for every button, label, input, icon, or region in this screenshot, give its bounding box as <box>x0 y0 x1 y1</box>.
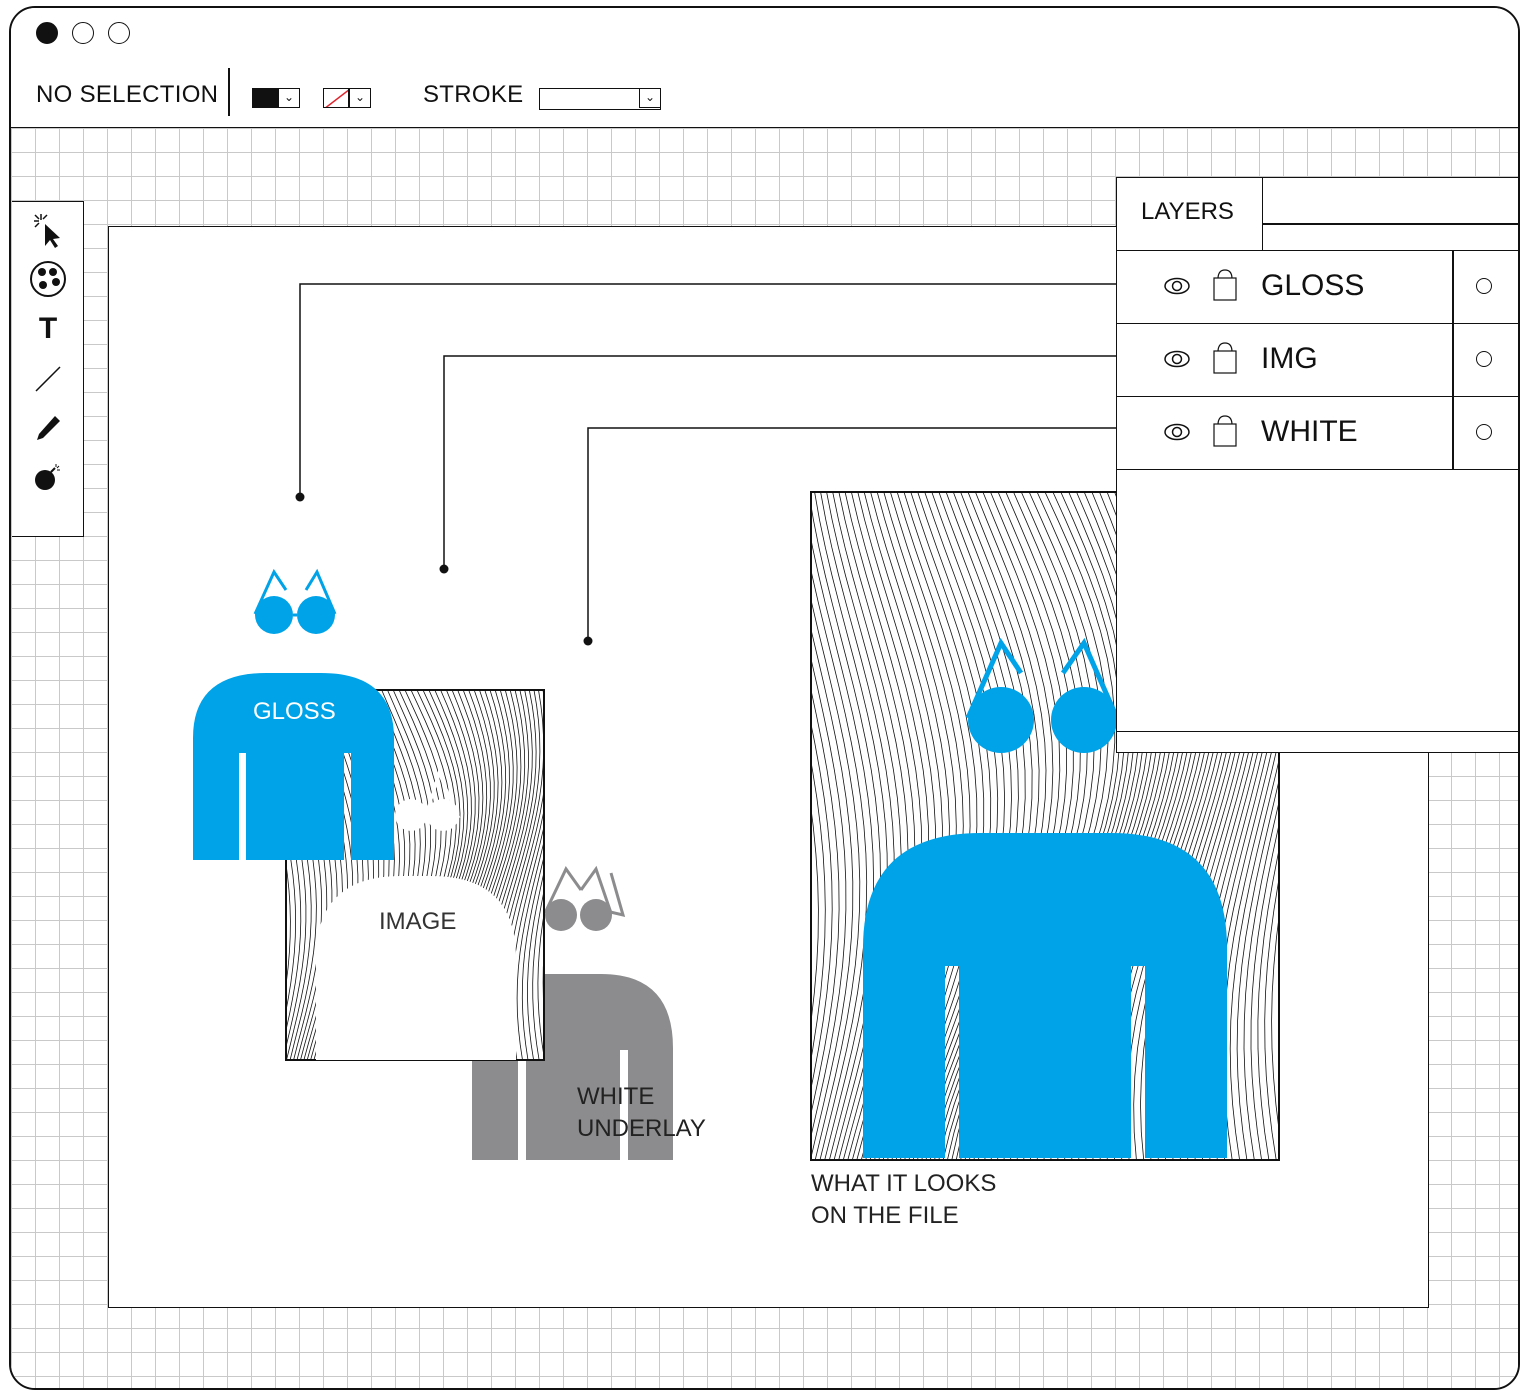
toolbar-divider <box>228 68 230 116</box>
visibility-eye-icon[interactable] <box>1163 423 1191 441</box>
image-caption: IMAGE <box>379 908 457 935</box>
panel-tab-strip <box>1262 223 1518 225</box>
white-underlay-caption-line2: UNDERLAY <box>577 1115 706 1142</box>
control-toolbar: NO SELECTION ⌄ ⌄ STROKE ⌄ <box>11 55 1518 128</box>
bomb-icon <box>35 464 60 490</box>
white-underlay-caption: WHITE UNDERLAY <box>577 1081 706 1145</box>
result-caption: WHAT IT LOOKS ON THE FILE <box>811 1168 996 1232</box>
minimize-window-button[interactable] <box>72 22 94 44</box>
column-divider <box>1452 324 1454 396</box>
layers-list: GLOSS IMG WHITE <box>1117 250 1518 470</box>
pen-tool[interactable] <box>28 408 68 448</box>
white-underlay-caption-line1: WHITE <box>577 1083 655 1110</box>
stroke-weight-select[interactable]: ⌄ <box>539 88 661 110</box>
lock-icon[interactable] <box>1212 413 1238 449</box>
layer-target-radio[interactable] <box>1476 351 1492 367</box>
result-caption-line1: WHAT IT LOOKS <box>811 1170 997 1197</box>
app-window: NO SELECTION ⌄ ⌄ STROKE ⌄ GLOSS IMAGE WH… <box>9 6 1520 1390</box>
gloss-caption: GLOSS <box>253 698 336 725</box>
chevron-down-icon: ⌄ <box>354 90 366 104</box>
swatches-tool[interactable] <box>28 259 68 299</box>
layers-tab-label: LAYERS <box>1141 198 1234 225</box>
title-bar <box>11 8 1518 56</box>
stroke-color-swatch[interactable] <box>323 88 349 108</box>
panel-footer-line <box>1117 730 1518 732</box>
visibility-eye-icon[interactable] <box>1163 277 1191 295</box>
chevron-down-icon: ⌄ <box>283 90 295 104</box>
stroke-color-dropdown[interactable]: ⌄ <box>349 88 371 108</box>
line-icon <box>35 366 61 392</box>
visibility-eye-icon[interactable] <box>1163 350 1191 368</box>
layers-tab[interactable]: LAYERS <box>1117 178 1263 250</box>
layers-panel: LAYERS GLOSS IMG WHITE <box>1116 177 1518 753</box>
layer-name: IMG <box>1261 342 1318 375</box>
text-T-icon: T <box>38 312 58 345</box>
layer-row-gloss[interactable]: GLOSS <box>1117 251 1518 324</box>
column-divider <box>1452 397 1454 469</box>
fill-color-dropdown[interactable]: ⌄ <box>278 88 300 108</box>
layer-row-white[interactable]: WHITE <box>1117 397 1518 470</box>
tools-panel: T <box>12 201 84 537</box>
layer-row-img[interactable]: IMG <box>1117 324 1518 397</box>
line-tool[interactable] <box>28 359 68 399</box>
lock-icon[interactable] <box>1212 340 1238 376</box>
close-window-button[interactable] <box>36 22 58 44</box>
selection-tool[interactable] <box>28 210 68 250</box>
maximize-window-button[interactable] <box>108 22 130 44</box>
gloss-connector-line <box>295 283 1116 502</box>
lock-icon[interactable] <box>1212 267 1238 303</box>
stroke-label: STROKE <box>423 81 524 108</box>
bomb-tool[interactable] <box>28 457 68 497</box>
pen-icon <box>37 416 60 440</box>
fill-color-swatch[interactable] <box>252 88 278 108</box>
type-tool[interactable]: T <box>28 309 68 349</box>
layer-target-radio[interactable] <box>1476 278 1492 294</box>
stroke-weight-dropdown[interactable]: ⌄ <box>639 88 661 108</box>
result-caption-line2: ON THE FILE <box>811 1202 959 1229</box>
column-divider <box>1452 251 1454 323</box>
arrow-pointer-icon <box>34 214 60 248</box>
layer-name: WHITE <box>1261 415 1358 448</box>
layer-target-radio[interactable] <box>1476 424 1492 440</box>
no-color-icon <box>325 89 348 107</box>
canvas-workspace[interactable]: GLOSS IMAGE WHITE UNDERLAY WHAT IT LOOKS… <box>11 128 1518 1388</box>
selection-status: NO SELECTION <box>36 81 219 108</box>
palette-icon <box>30 261 66 297</box>
chevron-down-icon: ⌄ <box>644 90 656 104</box>
layer-name: GLOSS <box>1261 269 1365 302</box>
